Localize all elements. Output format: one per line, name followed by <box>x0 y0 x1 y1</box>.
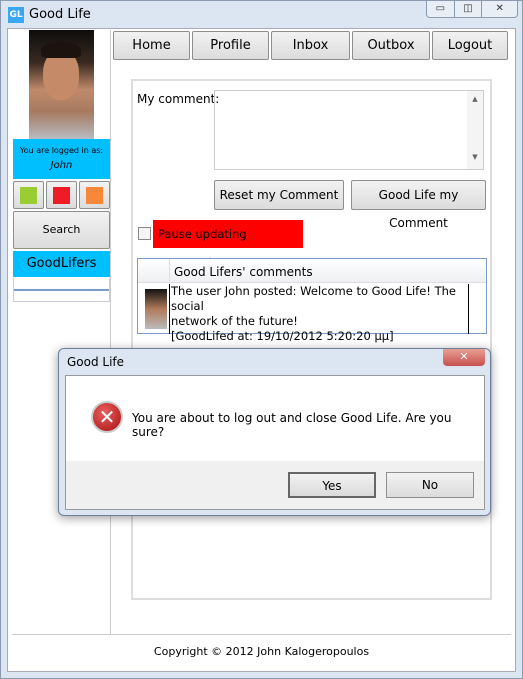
comment-avatar <box>145 289 167 329</box>
login-info: You are logged in as: John <box>13 139 110 179</box>
logged-in-label: You are logged in as: <box>19 146 104 155</box>
goodlifers-header: GoodLifers <box>13 251 110 277</box>
close-icon[interactable]: ✕ <box>482 1 517 17</box>
footer-divider <box>12 634 511 635</box>
nav-profile[interactable]: Profile <box>192 31 269 60</box>
status-available-button[interactable] <box>13 181 44 209</box>
reset-comment-button[interactable]: Reset my Comment <box>214 180 344 210</box>
footer: Copyright © 2012 John Kalogeropoulos <box>153 645 370 658</box>
confirm-dialog: Good Life ✕ ✕ You are about to log out a… <box>58 348 491 516</box>
my-comment-label: My comment: <box>137 92 220 106</box>
comment-text: The user John posted: Welcome to Good Li… <box>171 284 456 313</box>
dialog-close-icon[interactable]: ✕ <box>443 349 485 366</box>
comment-timestamp: [GoodLifed at: 19/10/2012 5:20:20 μμ] <box>171 329 394 343</box>
restore-icon[interactable]: ◫ <box>455 1 483 17</box>
nav-inbox[interactable]: Inbox <box>271 31 350 60</box>
grid-header[interactable]: Good Lifers' comments <box>174 265 313 279</box>
comment-text: network of the future! <box>171 314 298 328</box>
submit-comment-button[interactable]: Good Life my Comment <box>351 180 486 230</box>
window-title: Good Life <box>29 7 91 22</box>
no-button[interactable]: No <box>386 472 474 498</box>
pause-checkbox[interactable] <box>138 227 151 240</box>
dialog-message: You are about to log out and close Good … <box>132 411 452 439</box>
nav-home[interactable]: Home <box>113 31 190 60</box>
goodlifers-list[interactable] <box>13 278 110 302</box>
status-busy-button[interactable] <box>46 181 77 209</box>
search-goodlifers-button[interactable]: Search GoodLifers <box>13 211 110 272</box>
nav-outbox[interactable]: Outbox <box>352 31 430 60</box>
app-logo: GL <box>8 7 24 23</box>
my-comment-field[interactable]: ▲ ▼ <box>214 90 484 170</box>
yes-button[interactable]: Yes <box>288 472 376 498</box>
minimize-icon[interactable]: ▭ <box>427 1 455 17</box>
status-away-button[interactable] <box>79 181 110 209</box>
comment-scrollbar[interactable]: ▲ ▼ <box>467 91 483 169</box>
dialog-title: Good Life <box>67 355 125 369</box>
window-controls: ▭ ◫ ✕ <box>426 1 518 18</box>
nav-logout[interactable]: Logout <box>432 31 508 60</box>
avatar <box>29 30 94 139</box>
comments-grid: Good Lifers' comments The user John post… <box>137 258 487 343</box>
comment-row[interactable]: The user John posted: Welcome to Good Li… <box>169 284 469 343</box>
error-icon: ✕ <box>91 401 123 433</box>
pause-label[interactable]: Pause updating comments <box>153 220 303 269</box>
dialog-body: ✕ You are about to log out and close Goo… <box>65 375 485 510</box>
username: John <box>50 160 73 171</box>
